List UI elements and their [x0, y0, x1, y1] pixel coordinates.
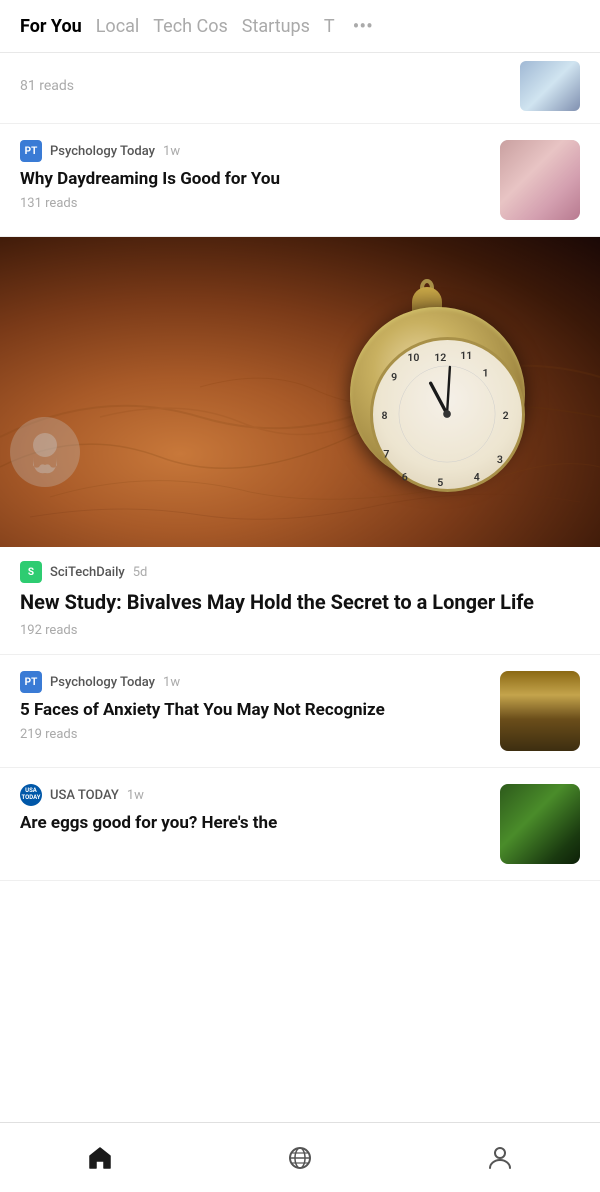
article-title: Why Daydreaming Is Good for You	[20, 168, 488, 190]
pocket-watch: 12 1 2 3 4 5	[340, 287, 540, 497]
article-thumbnail	[520, 61, 580, 111]
top-nav: For You Local Tech Cos Startups T •••	[0, 0, 600, 53]
svg-text:3: 3	[497, 453, 503, 466]
article-bivalves[interactable]: 12 1 2 3 4 5	[0, 237, 600, 655]
source-name: SciTechDaily	[50, 565, 125, 580]
source-name: USA TODAY	[50, 788, 119, 803]
source-icon-usa: USA TODAY	[20, 784, 42, 806]
article-reads: 192 reads	[20, 623, 580, 638]
svg-text:7: 7	[383, 447, 389, 460]
source-icon-pt: PT	[20, 671, 42, 693]
svg-text:12: 12	[434, 351, 446, 364]
article-source-row: PT Psychology Today 1w	[20, 671, 488, 693]
source-name: Psychology Today	[50, 675, 155, 690]
article-source-row: USA TODAY USA TODAY 1w	[20, 784, 488, 806]
nav-item-techcos[interactable]: Tech Cos	[153, 16, 242, 37]
article-source-row: S SciTechDaily 5d	[20, 561, 580, 583]
nav-more-button[interactable]: •••	[353, 14, 373, 38]
bottom-nav-profile[interactable]	[466, 1136, 534, 1180]
article-reads: 219 reads	[20, 727, 488, 742]
source-time: 1w	[163, 675, 180, 690]
svg-text:8: 8	[382, 409, 388, 422]
svg-text:5: 5	[437, 476, 443, 489]
featured-image: 12 1 2 3 4 5	[0, 237, 600, 547]
article-source-row: PT Psychology Today 1w	[20, 140, 488, 162]
source-name: Psychology Today	[50, 144, 155, 159]
source-icon-st: S	[20, 561, 42, 583]
nav-item-foryou[interactable]: For You	[20, 16, 96, 37]
article-title: Are eggs good for you? Here's the	[20, 812, 488, 834]
source-icon-pt: PT	[20, 140, 42, 162]
svg-text:10: 10	[407, 351, 419, 364]
svg-text:4: 4	[474, 470, 480, 483]
article-anxiety[interactable]: PT Psychology Today 1w 5 Faces of Anxiet…	[0, 655, 600, 768]
article-eggs[interactable]: USA TODAY USA TODAY 1w Are eggs good for…	[0, 768, 600, 881]
nav-item-t[interactable]: T	[324, 16, 349, 37]
svg-text:2: 2	[503, 409, 509, 422]
bottom-nav	[0, 1122, 600, 1192]
bottom-nav-browse[interactable]	[266, 1136, 334, 1180]
article-reads: 131 reads	[20, 196, 488, 211]
home-icon	[86, 1144, 114, 1172]
article-title: 5 Faces of Anxiety That You May Not Reco…	[20, 699, 488, 721]
article-thumbnail	[500, 784, 580, 864]
reads-count: 81 reads	[20, 78, 74, 94]
svg-text:1: 1	[482, 367, 488, 380]
article-content: PT Psychology Today 1w Why Daydreaming I…	[20, 140, 488, 211]
main-content: For You Local Tech Cos Startups T ••• 81…	[0, 0, 600, 951]
bottom-nav-home[interactable]	[66, 1136, 134, 1180]
article-daydream[interactable]: PT Psychology Today 1w Why Daydreaming I…	[0, 124, 600, 237]
nav-item-local[interactable]: Local	[96, 16, 154, 37]
globe-icon	[286, 1144, 314, 1172]
article-partial-top[interactable]: 81 reads	[0, 53, 600, 124]
article-content: USA TODAY USA TODAY 1w Are eggs good for…	[20, 784, 488, 840]
nav-item-startups[interactable]: Startups	[242, 16, 324, 37]
ghost-circle	[10, 417, 80, 487]
svg-text:9: 9	[391, 370, 397, 383]
source-time: 5d	[133, 565, 148, 580]
article-thumbnail	[500, 140, 580, 220]
svg-text:11: 11	[460, 349, 472, 362]
source-time: 1w	[127, 788, 144, 803]
article-thumbnail	[500, 671, 580, 751]
article-content: PT Psychology Today 1w 5 Faces of Anxiet…	[20, 671, 488, 742]
svg-text:6: 6	[402, 470, 408, 483]
source-time: 1w	[163, 144, 180, 159]
article-title: New Study: Bivalves May Hold the Secret …	[20, 589, 580, 615]
featured-article-body: S SciTechDaily 5d New Study: Bivalves Ma…	[0, 547, 600, 654]
person-icon	[486, 1144, 514, 1172]
